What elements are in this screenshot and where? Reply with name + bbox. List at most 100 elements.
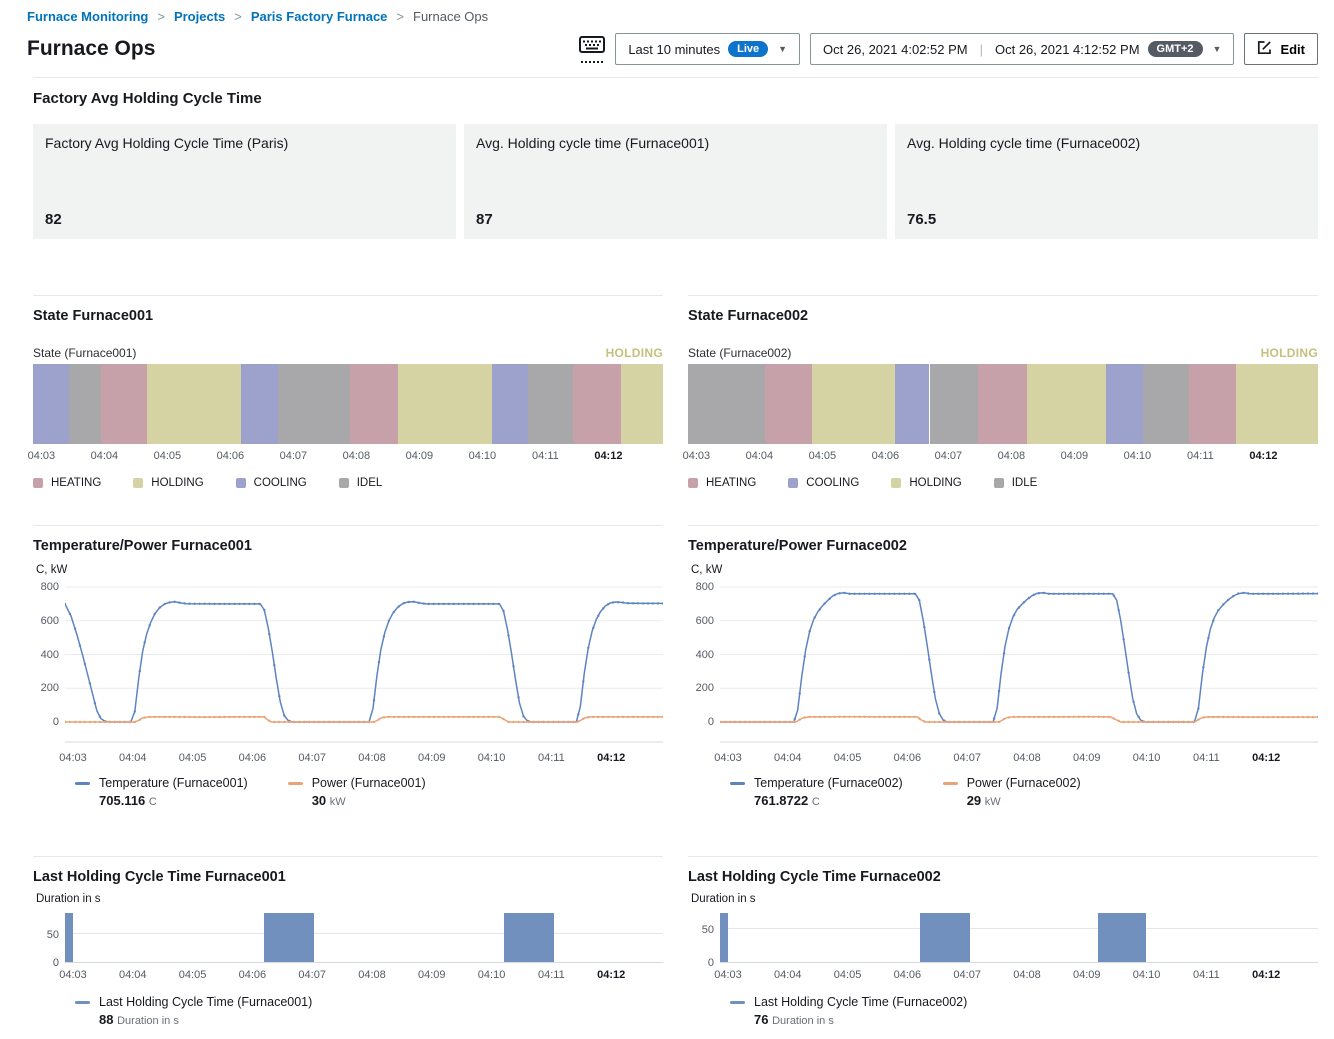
state-legend-label: COOLING	[254, 477, 307, 489]
axis-tick-label: 04:11	[538, 752, 565, 764]
state-band-cooling	[1106, 364, 1143, 444]
axis-tick-label: 04:11	[538, 969, 565, 981]
x-axis: 04:0304:0404:0504:0604:0704:0804:0904:10…	[33, 450, 663, 468]
duration-series-swatch	[75, 1001, 90, 1004]
axis-tick-label: 04:05	[809, 450, 837, 462]
axis-tick-label: 04:11	[1193, 752, 1220, 764]
duration-bar	[920, 913, 970, 963]
state-band-holding	[398, 364, 491, 444]
edit-icon	[1257, 40, 1272, 58]
state-band-holding	[621, 364, 663, 444]
series-label: State (Furnace002)	[688, 346, 791, 360]
axis-tick-label: 04:04	[746, 450, 774, 462]
axis-tick-label: 04:10	[478, 752, 506, 764]
y-axis-tick-label: 800	[688, 581, 714, 593]
series-label: State (Furnace001)	[33, 346, 136, 360]
chevron-down-icon: ▼	[778, 44, 787, 54]
axis-tick-label: 04:08	[358, 752, 386, 764]
y-axis-title: Duration in s	[691, 893, 1318, 905]
temperature-series-swatch	[75, 782, 90, 785]
kpi-card-furnace001-avg: Avg. Holding cycle time (Furnace001) 87	[464, 124, 887, 239]
panel-title: State Furnace002	[688, 308, 1318, 324]
state-band-heating	[1189, 364, 1236, 444]
kpi-value: 82	[45, 211, 444, 228]
live-badge: Live	[728, 41, 768, 57]
end-datetime[interactable]: Oct 26, 2021 4:12:52 PM	[995, 42, 1140, 57]
duration-bar	[504, 913, 555, 963]
state-legend-label: HEATING	[706, 477, 756, 489]
axis-tick-label: 04:06	[894, 752, 922, 764]
axis-tick-label: 04:10	[1133, 752, 1161, 764]
chart-legend: Last Holding Cycle Time (Furnace001) 88 …	[75, 995, 663, 1027]
line-chart: 0200400600800	[33, 584, 663, 746]
legend-latest-value: 76 Duration in s	[754, 1012, 967, 1027]
state-furnace002-panel: State Furnace002 State (Furnace002) HOLD…	[688, 295, 1318, 525]
state-legend-item-idel: IDEL	[339, 477, 383, 489]
axis-tick-label: 04:04	[774, 752, 802, 764]
breadcrumb-link-furnace-monitoring[interactable]: Furnace Monitoring	[27, 9, 148, 24]
legend-latest-value: 705.116 C	[99, 793, 248, 808]
state-swatch	[339, 478, 349, 488]
axis-tick-label: 04:06	[217, 450, 245, 462]
y-axis-tick-label: 600	[33, 615, 59, 627]
breadcrumb-current-page: Furnace Ops	[413, 9, 488, 24]
state-band-heating	[978, 364, 1027, 444]
axis-tick-label: 04:07	[280, 450, 308, 462]
kpi-value: 87	[476, 211, 875, 228]
state-band-idel	[69, 364, 102, 444]
breadcrumb: Furnace Monitoring > Projects > Paris Fa…	[27, 9, 1318, 24]
state-legend-label: IDLE	[1012, 477, 1038, 489]
time-range-selector[interactable]: Last 10 minutes Live ▼	[615, 33, 800, 65]
axis-tick-label: 04:10	[469, 450, 497, 462]
legend-label: Last Holding Cycle Time (Furnace001)	[99, 995, 312, 1009]
breadcrumb-link-projects[interactable]: Projects	[174, 9, 225, 24]
y-axis-tick-label: 800	[33, 581, 59, 593]
date-range-selector[interactable]: Oct 26, 2021 4:02:52 PM | Oct 26, 2021 4…	[810, 33, 1234, 65]
axis-tick-label: 04:08	[358, 969, 386, 981]
kpi-label: Factory Avg Holding Cycle Time (Paris)	[45, 135, 444, 151]
axis-tick-label: 04:06	[894, 969, 922, 981]
axis-tick-label: 04:03	[59, 752, 87, 764]
kpi-label: Avg. Holding cycle time (Furnace002)	[907, 135, 1306, 151]
state-legend-item-idle: IDLE	[994, 477, 1038, 489]
state-band-cooling	[895, 364, 930, 444]
state-band-heating	[101, 364, 147, 444]
temperature-series-swatch	[730, 782, 745, 785]
breadcrumb-link-paris-factory-furnace[interactable]: Paris Factory Furnace	[251, 9, 388, 24]
axis-tick-label: 04:05	[154, 450, 182, 462]
axis-tick-label: 04:07	[298, 969, 326, 981]
axis-tick-label: 04:08	[343, 450, 371, 462]
y-axis-tick-label: 0	[688, 716, 714, 728]
gridline	[720, 928, 1318, 929]
state-band-heating	[350, 364, 398, 444]
state-band-cooling	[241, 364, 278, 444]
keyboard-shortcuts-button[interactable]	[579, 36, 605, 63]
y-axis-tick-label: 0	[33, 957, 59, 969]
last-holding-furnace001-panel: Last Holding Cycle Time Furnace001 Durat…	[33, 856, 663, 1031]
duration-bar	[264, 913, 314, 963]
axis-tick-label: 04:05	[834, 752, 862, 764]
legend-latest-value: 29 kW	[967, 793, 1081, 808]
axis-tick-label: 04:06	[239, 752, 267, 764]
legend-item-power: Power (Furnace002) 29 kW	[943, 776, 1081, 808]
axis-tick-label: 04:04	[119, 752, 147, 764]
state-legend-label: IDEL	[357, 477, 383, 489]
kpi-value: 76.5	[907, 211, 1306, 228]
chart-legend: Last Holding Cycle Time (Furnace002) 76 …	[730, 995, 1318, 1027]
axis-tick-label: 04:12	[597, 752, 625, 764]
time-range-label: Last 10 minutes	[628, 42, 720, 57]
panel-title: Last Holding Cycle Time Furnace002	[688, 869, 1318, 885]
axis-tick-label: 04:08	[998, 450, 1026, 462]
state-band-holding	[147, 364, 240, 444]
kpi-section: Factory Avg Holding Cycle Time Factory A…	[33, 77, 1318, 239]
chart-legend: Temperature (Furnace002) 761.8722 C Powe…	[730, 776, 1318, 808]
temp-power-furnace002-panel: Temperature/Power Furnace002 C, kW 02004…	[688, 525, 1318, 856]
axis-tick-label: 04:11	[1187, 450, 1214, 462]
state-legend-item-cooling: COOLING	[788, 477, 859, 489]
axis-tick-label: 04:09	[406, 450, 434, 462]
axis-tick-label: 04:12	[1252, 969, 1280, 981]
edit-button[interactable]: Edit	[1244, 33, 1318, 65]
start-datetime[interactable]: Oct 26, 2021 4:02:52 PM	[823, 42, 968, 57]
panel-title: Last Holding Cycle Time Furnace001	[33, 869, 663, 885]
axis-tick-label: 04:10	[478, 969, 506, 981]
